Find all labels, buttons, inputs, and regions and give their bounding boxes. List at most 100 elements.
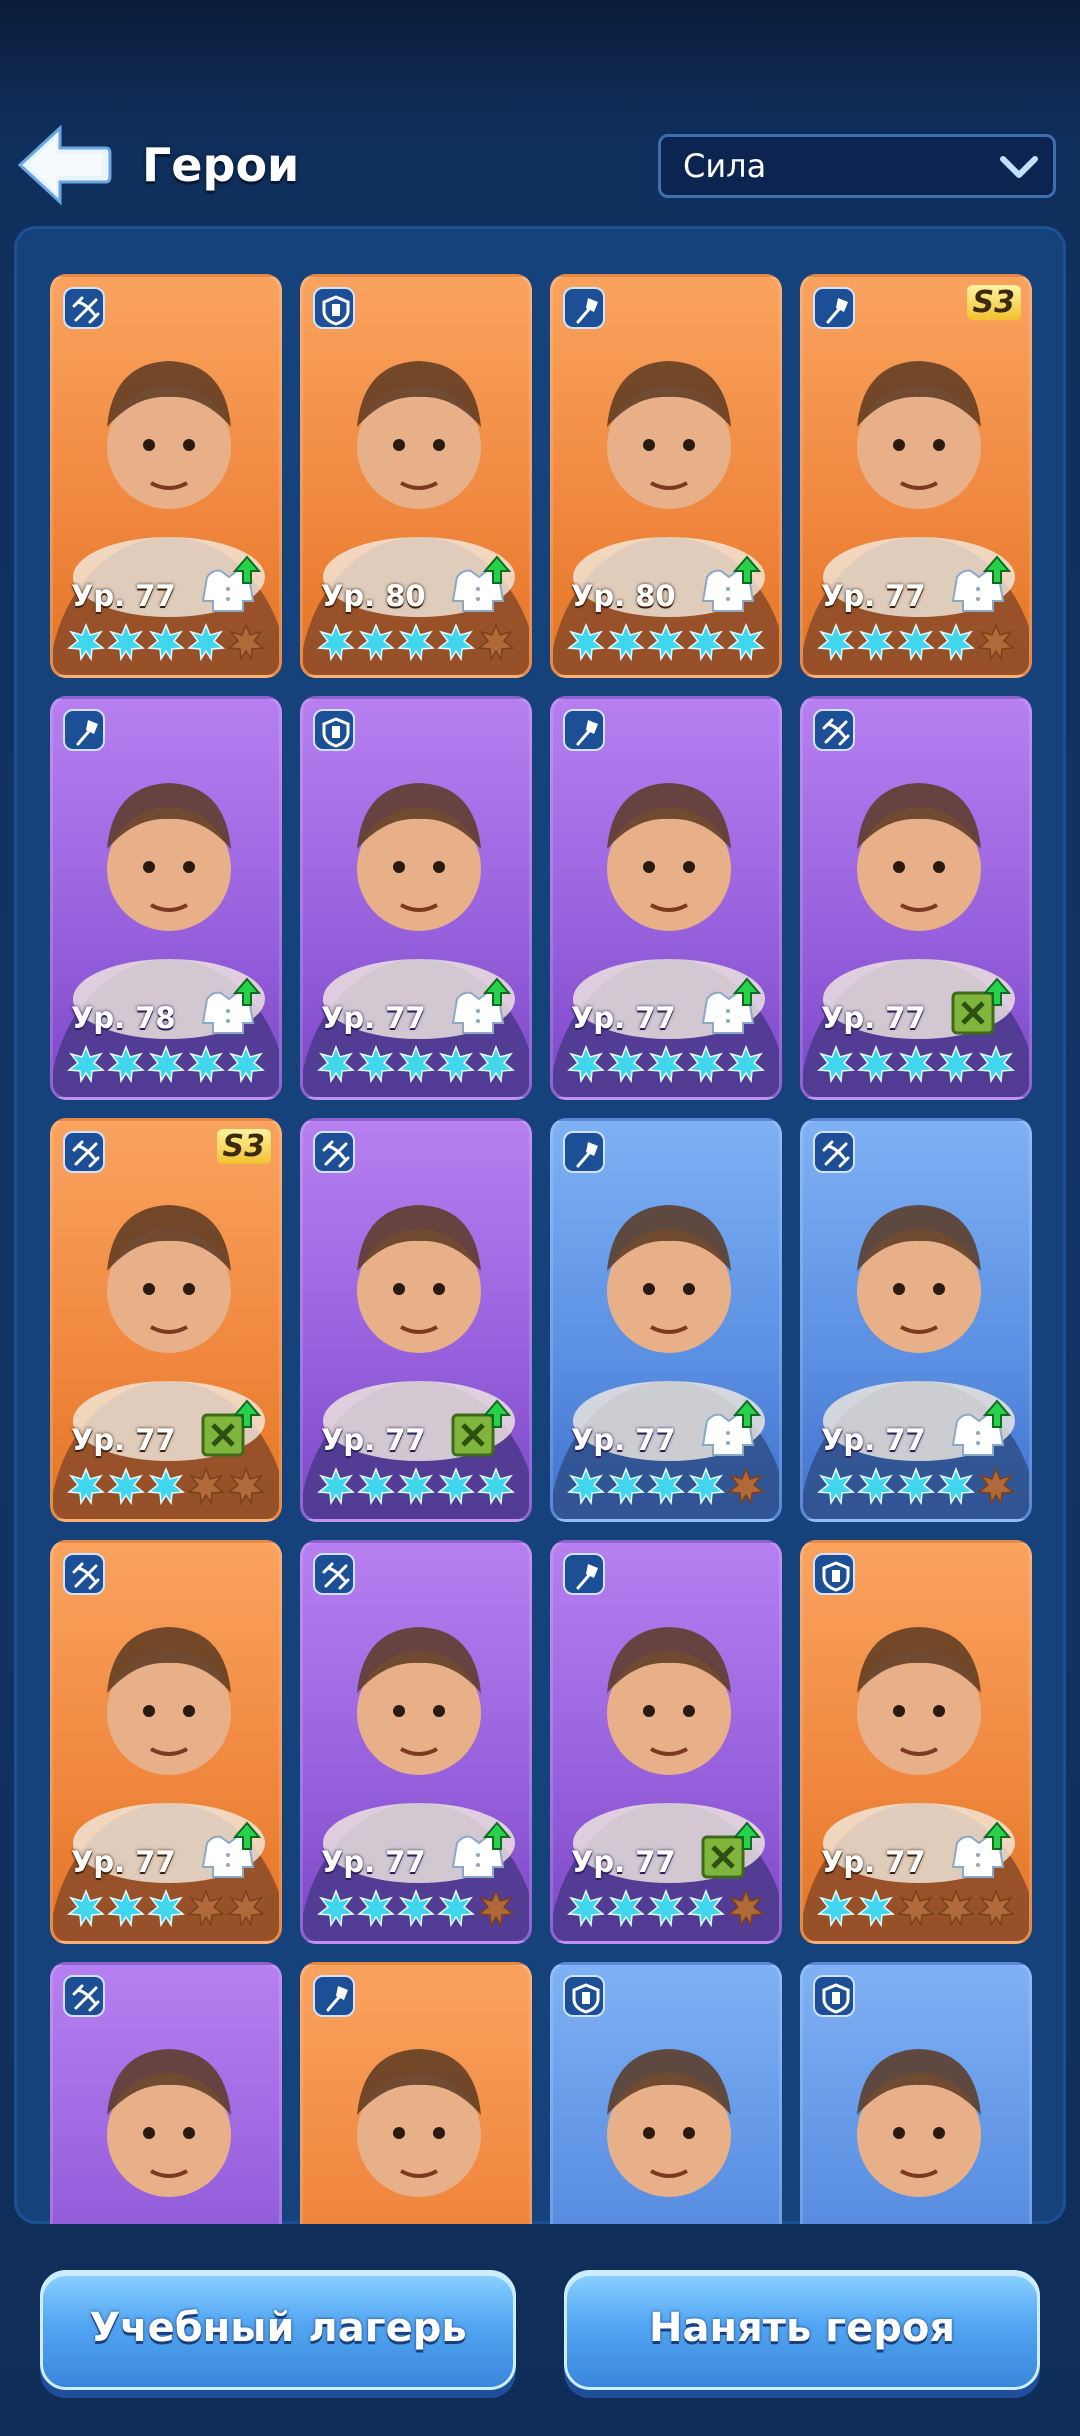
crossbow-icon: [813, 709, 855, 751]
hero-card[interactable]: Ур. 77: [300, 1540, 532, 1944]
hero-list-panel[interactable]: Ур. 77 Ур. 80 Ур. 80 S3 Ур. 77 Ур. 78 Ур. 77 Ур…: [14, 226, 1066, 2224]
star-icon: [687, 1888, 725, 1931]
crossbow-icon: [63, 1131, 105, 1173]
star-icon: [727, 1888, 765, 1931]
star-icon: [437, 1466, 475, 1509]
back-button[interactable]: [16, 124, 112, 206]
crossbow-icon: [63, 287, 105, 329]
hero-level: Ур. 78: [71, 1001, 176, 1035]
star-rating: [317, 1466, 527, 1509]
star-icon: [437, 1888, 475, 1931]
star-icon: [857, 622, 895, 665]
star-icon: [727, 1466, 765, 1509]
hero-card[interactable]: Ур. 77: [300, 1118, 532, 1522]
hire-hero-button[interactable]: Нанять героя: [564, 2270, 1040, 2390]
crossbow-icon: [813, 1131, 855, 1173]
hero-card[interactable]: Ур. 77: [800, 1540, 1032, 1944]
star-icon: [607, 1044, 645, 1087]
star-icon: [107, 1044, 145, 1087]
shield-icon: [813, 1975, 855, 2017]
star-icon: [607, 622, 645, 665]
hero-level: Ур. 77: [571, 1845, 676, 1879]
hero-level: Ур. 77: [321, 1001, 426, 1035]
hero-card[interactable]: Ур. 80: [550, 274, 782, 678]
star-icon: [357, 1466, 395, 1509]
star-icon: [857, 1466, 895, 1509]
star-icon: [897, 1044, 935, 1087]
sort-dropdown[interactable]: Сила: [658, 134, 1056, 198]
hero-card[interactable]: S3 Ур. 77: [50, 1118, 282, 1522]
hero-card[interactable]: [550, 1962, 782, 2224]
star-icon: [567, 1466, 605, 1509]
hero-card[interactable]: Ур. 77: [550, 1118, 782, 1522]
star-rating: [67, 1888, 277, 1931]
star-rating: [567, 622, 777, 665]
star-icon: [397, 622, 435, 665]
star-icon: [607, 1466, 645, 1509]
hero-card[interactable]: Ур. 77: [300, 696, 532, 1100]
star-icon: [477, 1888, 515, 1931]
hero-card[interactable]: Ур. 77: [550, 1540, 782, 1944]
star-rating: [817, 1044, 1027, 1087]
star-icon: [317, 1888, 355, 1931]
star-rating: [67, 622, 277, 665]
hero-card[interactable]: [800, 1962, 1032, 2224]
back-arrow-icon: [17, 124, 112, 206]
hero-card[interactable]: Ур. 77: [50, 1540, 282, 1944]
star-icon: [857, 1888, 895, 1931]
star-icon: [647, 1466, 685, 1509]
star-icon: [647, 1044, 685, 1087]
hero-card[interactable]: S3 Ур. 77: [800, 274, 1032, 678]
star-icon: [317, 1466, 355, 1509]
star-icon: [687, 622, 725, 665]
staff-icon: [563, 287, 605, 329]
hero-card[interactable]: Ур. 77: [800, 696, 1032, 1100]
hero-card[interactable]: [300, 1962, 532, 2224]
staff-icon: [563, 709, 605, 751]
hero-level: Ур. 77: [821, 1001, 926, 1035]
star-icon: [977, 1466, 1015, 1509]
star-icon: [977, 622, 1015, 665]
training-camp-button[interactable]: Учебный лагерь: [40, 2270, 516, 2390]
star-rating: [67, 1044, 277, 1087]
hero-card[interactable]: Ур. 77: [800, 1118, 1032, 1522]
star-icon: [437, 622, 475, 665]
star-icon: [817, 1044, 855, 1087]
star-icon: [397, 1888, 435, 1931]
hero-level: Ур. 77: [821, 1845, 926, 1879]
star-icon: [647, 1888, 685, 1931]
hero-grid: Ур. 77 Ур. 80 Ур. 80 S3 Ур. 77 Ур. 78 Ур. 77 Ур…: [14, 226, 1066, 2224]
star-icon: [937, 1044, 975, 1087]
star-icon: [897, 622, 935, 665]
star-icon: [147, 622, 185, 665]
star-rating: [817, 1888, 1027, 1931]
star-icon: [67, 1044, 105, 1087]
star-rating: [567, 1466, 777, 1509]
staff-icon: [313, 1975, 355, 2017]
star-icon: [147, 1888, 185, 1931]
star-icon: [227, 1044, 265, 1087]
star-icon: [397, 1466, 435, 1509]
star-icon: [317, 1044, 355, 1087]
staff-icon: [813, 287, 855, 329]
hero-card[interactable]: Ур. 78: [50, 696, 282, 1100]
training-camp-label: Учебный лагерь: [89, 2305, 467, 2351]
star-rating: [317, 622, 527, 665]
shield-icon: [313, 709, 355, 751]
star-icon: [567, 622, 605, 665]
star-icon: [67, 1888, 105, 1931]
star-icon: [147, 1044, 185, 1087]
hero-card[interactable]: Ур. 77: [550, 696, 782, 1100]
hero-card[interactable]: Ур. 80: [300, 274, 532, 678]
hero-card[interactable]: Ур. 77: [50, 274, 282, 678]
hero-level: Ур. 77: [71, 1423, 176, 1457]
star-icon: [567, 1044, 605, 1087]
hero-level: Ур. 80: [571, 579, 676, 613]
star-icon: [227, 1888, 265, 1931]
season-badge: S3: [966, 285, 1021, 320]
star-icon: [67, 1466, 105, 1509]
star-icon: [727, 1044, 765, 1087]
star-icon: [567, 1888, 605, 1931]
hero-card[interactable]: [50, 1962, 282, 2224]
star-rating: [317, 1044, 527, 1087]
